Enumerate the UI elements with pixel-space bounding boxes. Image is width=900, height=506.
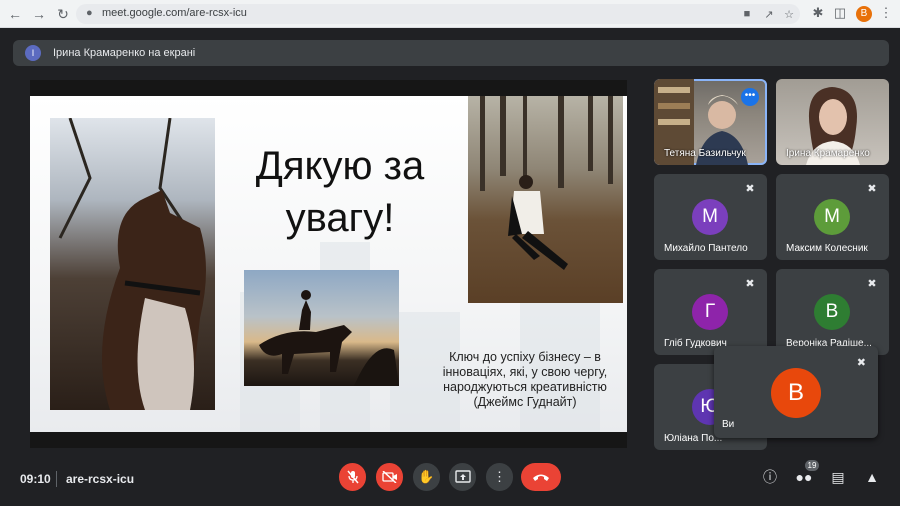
address-bar[interactable]: ● meet.google.com/are-rcsx-icu ■ ↗ ☆ (76, 4, 800, 24)
participant-tile[interactable]: ✖ М Максим Колесник (776, 174, 889, 260)
reload-icon[interactable]: ↻ (54, 5, 72, 23)
avatar: Г (692, 294, 728, 330)
raise-hand-icon: ✋ (418, 469, 435, 484)
share-icon[interactable]: ↗ (762, 8, 776, 21)
forward-icon[interactable]: → (30, 5, 48, 23)
avatar: М (814, 199, 850, 235)
chat-icon[interactable]: ▤ (829, 468, 847, 486)
more-options-icon[interactable]: ••• (741, 88, 759, 106)
avatar: М (692, 199, 728, 235)
extensions-icon[interactable]: ✱ (810, 5, 826, 21)
participant-tile[interactable]: Ірина Крамаренко (776, 79, 889, 165)
self-name: Ви (722, 419, 735, 430)
presentation-slide: Дякую за увагу! Ключ до успіху бізнесу –… (30, 96, 627, 432)
presenting-text: Ірина Крамаренко на екрані (53, 47, 196, 59)
leave-call-button[interactable] (521, 463, 561, 491)
participant-name: Ірина Крамаренко (786, 148, 870, 159)
slide-quote: Ключ до успіху бізнесу – в інноваціях, я… (442, 350, 608, 409)
horse-photo (50, 118, 215, 410)
forest-woman-photo (468, 96, 623, 303)
browser-toolbar: ← → ↻ ● meet.google.com/are-rcsx-icu ■ ↗… (0, 0, 900, 28)
avatar: В (814, 294, 850, 330)
url-text: meet.google.com/are-rcsx-icu (102, 7, 247, 19)
meeting-details-icon[interactable]: ⓘ (761, 468, 779, 486)
camera-icon[interactable]: ■ (740, 8, 754, 20)
activities-icon[interactable]: ▲ (863, 468, 881, 486)
divider (56, 471, 57, 487)
mic-off-icon: ✖ (745, 183, 755, 195)
back-icon[interactable]: ← (6, 5, 24, 23)
mic-off-icon: ✖ (867, 278, 877, 290)
more-options-button[interactable]: ⋮ (486, 463, 513, 491)
participant-tile[interactable]: ✖ В Вероніка Радіше... (776, 269, 889, 355)
participant-tile[interactable]: ••• Тетяна Базильчук (654, 79, 767, 165)
slide-title: Дякую за увагу! (255, 144, 425, 240)
people-count-badge: 19 (805, 460, 819, 471)
mic-off-icon: ✖ (745, 278, 755, 290)
participant-name: Юліана По... (664, 433, 723, 444)
mic-off-button[interactable] (339, 463, 366, 491)
participant-tile[interactable]: ✖ Г Гліб Гудкович (654, 269, 767, 355)
self-avatar: B (771, 368, 821, 418)
participant-name: Тетяна Базильчук (664, 148, 746, 159)
raise-hand-button[interactable]: ✋ (413, 463, 440, 491)
self-view-tile[interactable]: ✖ B Ви (714, 346, 878, 438)
profile-avatar[interactable]: B (856, 6, 872, 22)
mic-off-icon: ✖ (867, 183, 877, 195)
camera-off-button[interactable] (376, 463, 403, 491)
present-icon (454, 470, 471, 483)
present-now-button[interactable] (449, 463, 476, 491)
more-vert-icon: ⋮ (493, 469, 506, 484)
clock: 09:10 (20, 472, 51, 486)
presenting-banner: І Ірина Крамаренко на екрані (13, 40, 889, 66)
rider-photo (244, 270, 399, 386)
menu-icon[interactable]: ⋮ (878, 5, 894, 21)
shared-screen: Дякую за увагу! Ключ до успіху бізнесу –… (30, 80, 627, 448)
control-bar: 09:10 are-rcsx-icu ✋ ⋮ ⓘ ●● 19 ▤ ▲ (0, 458, 900, 506)
participant-tile[interactable]: ✖ М Михайло Пантело (654, 174, 767, 260)
meeting-code: are-rcsx-icu (66, 472, 135, 486)
site-info-icon[interactable]: ● (86, 7, 93, 19)
presenter-avatar: І (25, 45, 41, 61)
sidebar-icon[interactable]: ◫ (832, 5, 848, 21)
end-call-icon (533, 474, 549, 481)
mic-off-icon: ✖ (856, 357, 866, 369)
camera-off-icon (381, 470, 397, 484)
mic-off-icon (346, 470, 359, 484)
star-icon[interactable]: ☆ (782, 8, 796, 21)
participant-name: Михайло Пантело (664, 243, 748, 254)
participant-name: Максим Колесник (786, 243, 868, 254)
